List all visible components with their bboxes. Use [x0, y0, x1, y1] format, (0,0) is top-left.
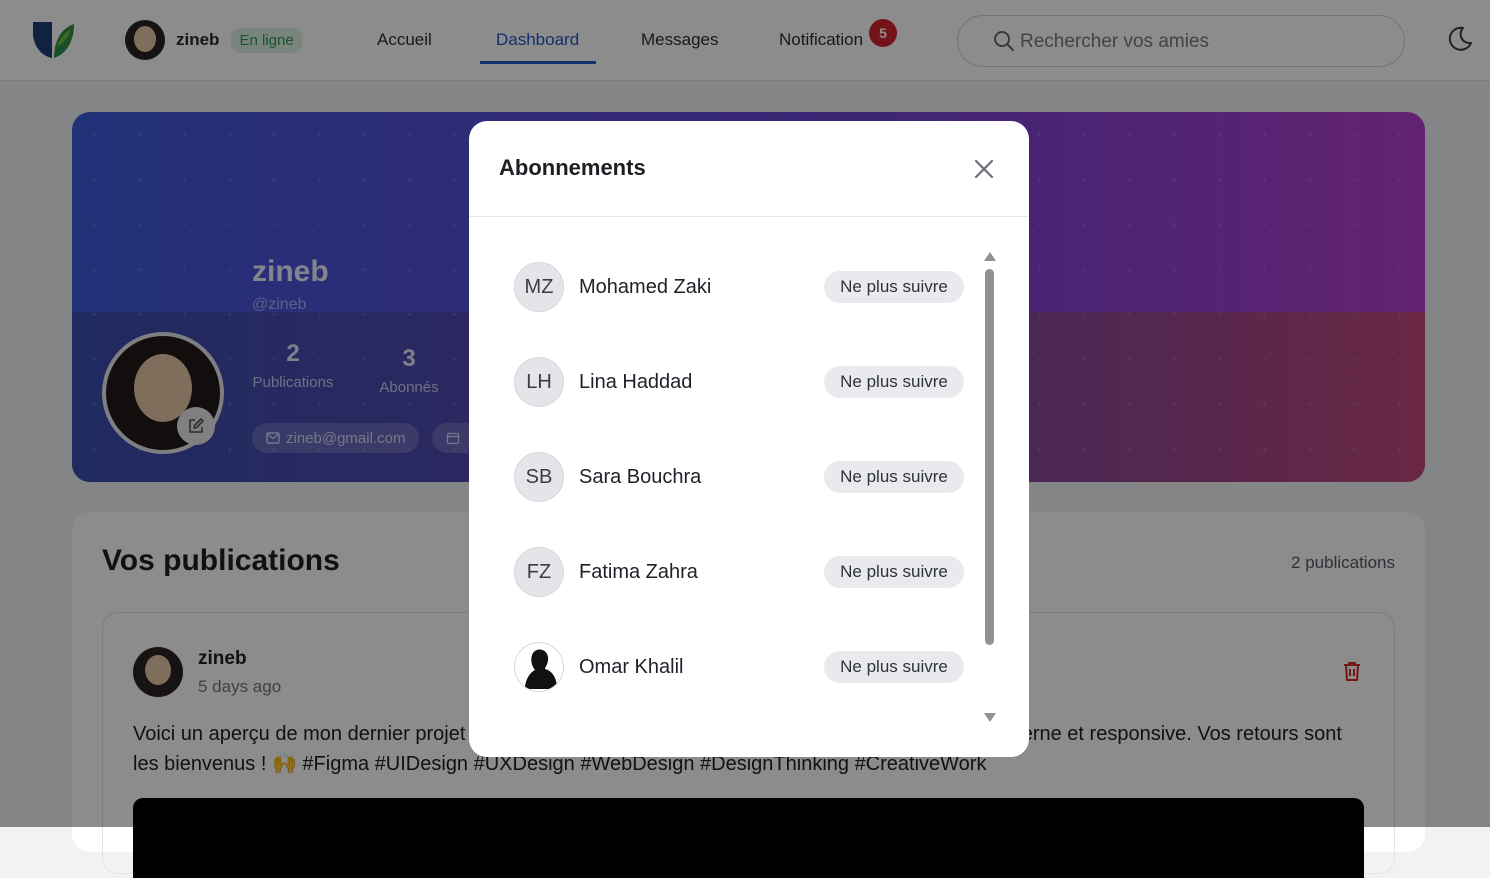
avatar: SB — [514, 452, 564, 502]
user-name[interactable]: Omar Khalil — [579, 656, 683, 679]
user-name[interactable]: Sara Bouchra — [579, 466, 701, 489]
unfollow-button[interactable]: Ne plus suivre — [824, 366, 964, 398]
user-name[interactable]: Lina Haddad — [579, 371, 692, 394]
modal-title: Abonnements — [499, 155, 646, 180]
close-button[interactable] — [969, 154, 999, 184]
unfollow-button[interactable]: Ne plus suivre — [824, 556, 964, 588]
scroll-down-arrow[interactable] — [984, 713, 996, 722]
modal-scrollbar[interactable] — [983, 252, 996, 724]
list-item[interactable]: Omar Khalil Ne plus suivre — [514, 642, 964, 692]
following-modal: Abonnements MZ Mohamed Zaki Ne plus suiv… — [469, 121, 1029, 757]
scrollbar-thumb[interactable] — [985, 269, 994, 645]
list-item[interactable]: MZ Mohamed Zaki Ne plus suivre — [514, 262, 964, 312]
avatar: FZ — [514, 547, 564, 597]
unfollow-button[interactable]: Ne plus suivre — [824, 651, 964, 683]
modal-header: Abonnements — [469, 121, 1029, 217]
avatar: MZ — [514, 262, 564, 312]
unfollow-button[interactable]: Ne plus suivre — [824, 271, 964, 303]
user-name[interactable]: Fatima Zahra — [579, 561, 698, 584]
unfollow-button[interactable]: Ne plus suivre — [824, 461, 964, 493]
user-name[interactable]: Mohamed Zaki — [579, 276, 711, 299]
close-icon — [974, 159, 994, 179]
list-item[interactable]: SB Sara Bouchra Ne plus suivre — [514, 452, 964, 502]
list-item[interactable]: FZ Fatima Zahra Ne plus suivre — [514, 547, 964, 597]
list-item[interactable]: LH Lina Haddad Ne plus suivre — [514, 357, 964, 407]
avatar: LH — [514, 357, 564, 407]
scroll-up-arrow[interactable] — [984, 252, 996, 261]
avatar — [514, 642, 564, 692]
user-photo — [525, 649, 557, 689]
